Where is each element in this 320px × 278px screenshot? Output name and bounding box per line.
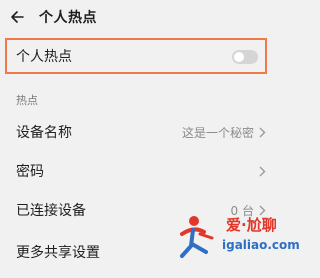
watermark-brand: 爱·尬聊 bbox=[226, 216, 277, 234]
device-name-row[interactable]: 设备名称 这是一个秘密 bbox=[0, 113, 278, 151]
page-title: 个人热点 bbox=[39, 10, 97, 26]
personal-hotspot-row[interactable]: 个人热点 bbox=[5, 38, 267, 74]
password-row[interactable]: 密码 bbox=[0, 152, 278, 190]
watermark-logo-icon bbox=[180, 216, 214, 258]
connected-devices-label: 已连接设备 bbox=[16, 203, 86, 219]
more-sharing-settings-label: 更多共享设置 bbox=[16, 245, 100, 261]
personal-hotspot-label: 个人热点 bbox=[16, 49, 72, 65]
watermark: 爱·尬聊 igaliao.com bbox=[178, 208, 300, 264]
toggle-knob bbox=[234, 52, 244, 62]
device-name-label: 设备名称 bbox=[16, 125, 72, 141]
top-bar: 个人热点 bbox=[0, 0, 278, 34]
chevron-right-icon bbox=[259, 166, 266, 177]
watermark-url: igaliao.com bbox=[222, 238, 300, 252]
chevron-right-icon bbox=[259, 127, 266, 138]
password-label: 密码 bbox=[16, 164, 44, 180]
section-header-hotspot: 热点 bbox=[16, 94, 38, 107]
back-arrow-icon[interactable] bbox=[9, 9, 25, 25]
device-name-value: 这是一个秘密 bbox=[181, 125, 254, 140]
hotspot-toggle[interactable] bbox=[232, 50, 258, 64]
